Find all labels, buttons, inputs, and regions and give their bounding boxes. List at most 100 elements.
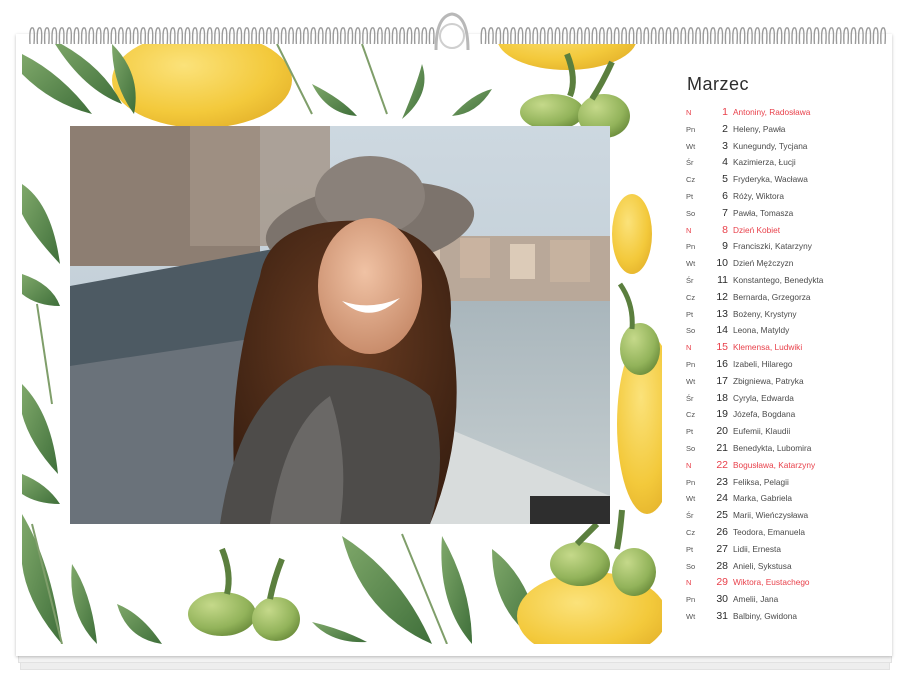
weekday-abbrev: Śr <box>686 393 694 403</box>
name-day-names: Klemensa, Ludwiki <box>733 342 803 353</box>
weekday-abbrev: N <box>686 108 692 117</box>
name-day-names: Bożeny, Krystyny <box>733 308 797 319</box>
weekday-abbrev: N <box>686 578 692 588</box>
name-day-names: Eufemii, Klaudii <box>733 426 791 437</box>
weekday-abbrev: Pn <box>686 124 696 134</box>
weekday-abbrev: Cz <box>686 410 696 420</box>
day-row: Pn 9 Franciszki, Katarzyny <box>686 239 886 256</box>
day-row: Wt 24 Marka, Gabriela <box>686 491 886 508</box>
name-day-names: Dzień Mężczyzn <box>733 258 794 269</box>
name-day-names: Fryderyka, Wacława <box>733 174 808 185</box>
day-number: 8 <box>722 223 728 236</box>
day-row: So 7 Pawła, Tomasza <box>686 206 886 223</box>
name-day-names: Zbigniewa, Patryka <box>733 375 804 386</box>
day-number: 22 <box>716 458 728 471</box>
weekday-abbrev: Wt <box>686 611 696 621</box>
day-number: 3 <box>722 139 728 152</box>
woman-on-bridge-photo <box>70 126 610 524</box>
day-number: 27 <box>716 542 728 555</box>
day-row: Wt 3 Kunegundy, Tycjana <box>686 139 886 156</box>
weekday-abbrev: N <box>686 343 692 353</box>
day-number: 6 <box>722 189 728 202</box>
weekday-abbrev: Wt <box>686 259 696 269</box>
name-day-names: Leona, Matyldy <box>733 325 790 336</box>
day-number: 7 <box>722 206 728 219</box>
day-row: Wt 17 Zbigniewa, Patryka <box>686 374 886 391</box>
day-number: 23 <box>716 475 728 488</box>
weekday-abbrev: Cz <box>686 175 696 185</box>
weekday-abbrev: Śr <box>686 275 694 285</box>
day-row: Cz 12 Bernarda, Grzegorza <box>686 290 886 307</box>
weekday-abbrev: Wt <box>686 376 696 386</box>
name-day-names: Józefa, Bogdana <box>733 409 796 420</box>
name-day-names: Dzień Kobiet <box>733 224 781 235</box>
day-number: 9 <box>722 240 728 253</box>
day-row: N 15 Klemensa, Ludwiki <box>686 340 886 357</box>
day-number: 14 <box>716 324 728 337</box>
name-day-names: Wiktora, Eustachego <box>733 577 810 588</box>
weekday-abbrev: N <box>686 460 692 470</box>
day-number: 16 <box>716 357 728 370</box>
weekday-abbrev: Pt <box>686 309 694 319</box>
day-row: Cz 19 Józefa, Bogdana <box>686 407 886 424</box>
day-number: 5 <box>722 173 728 186</box>
name-day-names: Anieli, Sykstusa <box>733 560 792 571</box>
name-day-names: Bogusława, Katarzyny <box>733 459 816 470</box>
day-number: 18 <box>716 391 728 404</box>
day-number: 17 <box>716 374 728 387</box>
name-day-names: Kazimierza, Łucji <box>733 157 796 168</box>
weekday-abbrev: Wt <box>686 494 696 504</box>
weekday-abbrev: Śr <box>686 158 694 168</box>
day-row: Śr 25 Marii, Wieńczysława <box>686 508 886 525</box>
day-number: 24 <box>716 492 728 505</box>
name-day-names: Pawła, Tomasza <box>733 207 794 218</box>
name-day-names: Balbiny, Gwidona <box>733 610 797 621</box>
day-number: 12 <box>716 290 728 303</box>
weekday-abbrev: N <box>686 225 692 235</box>
day-row: N 29 Wiktora, Eustachego <box>686 575 886 592</box>
day-number: 1 <box>722 106 728 118</box>
day-number: 20 <box>716 425 728 438</box>
weekday-abbrev: Pn <box>686 359 696 369</box>
name-day-names: Antoniny, Radosława <box>733 107 811 117</box>
day-number: 21 <box>716 441 728 454</box>
day-number: 15 <box>716 341 728 354</box>
day-row: N 1 Antoniny, Radosława <box>686 105 886 122</box>
day-number: 25 <box>716 509 728 522</box>
day-row: Pt 6 Róży, Wiktora <box>686 189 886 206</box>
day-number: 19 <box>716 408 728 421</box>
weekday-abbrev: So <box>686 443 696 453</box>
day-row: Śr 11 Konstantego, Benedykta <box>686 273 886 290</box>
weekday-abbrev: Cz <box>686 527 696 537</box>
day-number: 13 <box>716 307 728 320</box>
weekday-abbrev: Cz <box>686 292 696 302</box>
day-row: Pt 20 Eufemii, Klaudii <box>686 424 886 441</box>
weekday-abbrev: Wt <box>686 141 696 151</box>
name-day-names: Izabeli, Hilarego <box>733 358 793 369</box>
day-row: Pt 27 Lidii, Ernesta <box>686 542 886 559</box>
day-row: Cz 26 Teodora, Emanuela <box>686 525 886 542</box>
day-row: Śr 4 Kazimierza, Łucji <box>686 155 886 172</box>
day-number: 26 <box>716 525 728 538</box>
day-row: So 14 Leona, Matyldy <box>686 323 886 340</box>
day-row: Pn 23 Feliksa, Pelagii <box>686 475 886 492</box>
name-day-names: Benedykta, Lubomira <box>733 442 812 453</box>
day-number: 31 <box>716 609 728 622</box>
weekday-abbrev: So <box>686 561 696 571</box>
name-day-names: Amelii, Jana <box>733 594 779 605</box>
name-day-names: Kunegundy, Tycjana <box>733 140 808 151</box>
day-number: 10 <box>716 257 728 270</box>
day-row: N 8 Dzień Kobiet <box>686 223 886 240</box>
day-row: N 22 Bogusława, Katarzyny <box>686 458 886 475</box>
day-list: N 1 Antoniny, Radosława Pn 2 Heleny, Pawła Wt 3… <box>686 105 886 626</box>
day-row: Wt 10 Dzień Mężczyzn <box>686 256 886 273</box>
day-number: 30 <box>716 593 728 606</box>
name-day-names: Marii, Wieńczysława <box>733 510 809 521</box>
name-day-names: Feliksa, Pelagii <box>733 476 789 487</box>
name-day-names: Cyryla, Edwarda <box>733 392 794 403</box>
day-row: Pn 2 Heleny, Pawła <box>686 122 886 139</box>
weekday-abbrev: Pt <box>686 544 694 554</box>
day-number: 4 <box>722 156 728 169</box>
day-number: 2 <box>722 122 728 135</box>
calendar-photo <box>70 126 610 524</box>
